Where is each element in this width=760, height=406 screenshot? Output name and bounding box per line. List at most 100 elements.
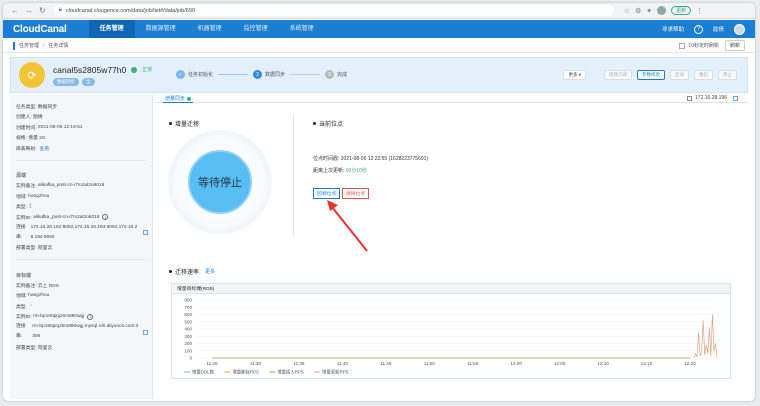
x-tick-label: 11:55 bbox=[467, 361, 479, 366]
more-button[interactable]: 更多 ▾ bbox=[563, 70, 586, 80]
step-label: 完成 bbox=[337, 72, 348, 78]
username[interactable]: 励倩 bbox=[713, 25, 724, 33]
nav-item-2[interactable]: 机器管理 bbox=[187, 20, 233, 38]
target-type: 类型: ◔ bbox=[16, 303, 32, 310]
lock-icon: 🔒︎ bbox=[58, 7, 62, 13]
x-tick-label: 12:10 bbox=[597, 361, 609, 366]
x-tick-label: 12:00 bbox=[510, 361, 522, 366]
back-icon[interactable]: ← bbox=[11, 6, 19, 15]
step-label: 任务初始化 bbox=[188, 72, 214, 78]
rate-more-link[interactable]: 更多 bbox=[205, 268, 215, 275]
target-id: 实例ID: rm-bp190pnjz6m880wgj i bbox=[16, 312, 152, 323]
info-icon[interactable]: i bbox=[87, 313, 94, 320]
nav-item-4[interactable]: 系统管理 bbox=[279, 20, 325, 38]
breadcrumb-marker bbox=[13, 41, 15, 50]
breadcrumb-item-task-manage[interactable]: 任务管理 bbox=[19, 42, 39, 49]
address-bar[interactable]: 🔒︎ cloudcanal.clougence.com/data/job/lis… bbox=[53, 5, 614, 16]
y-tick-label: 200 bbox=[184, 341, 192, 346]
main-panel: 增量同步 172.16.28.196 增量迁移 等待停止 当前位点 位点时间戳:… bbox=[155, 95, 748, 399]
source-type: 类型: ⁑ bbox=[16, 203, 32, 211]
rate-chart: 增量目标端(RDB) 0 100 200 300 400 500 600 700 800 11:2… bbox=[171, 283, 731, 379]
help-link[interactable]: 寻求帮助 bbox=[662, 25, 684, 33]
nav-item-1[interactable]: 数据源管理 bbox=[135, 20, 187, 38]
step-label: 数据同步 bbox=[265, 72, 286, 78]
x-tick-label: 11:30 bbox=[250, 361, 262, 366]
puzzle-icon[interactable]: ✦ bbox=[646, 7, 652, 15]
copy-icon[interactable] bbox=[143, 230, 148, 235]
reload-icon[interactable]: ↻ bbox=[39, 6, 46, 15]
copy-icon[interactable] bbox=[143, 329, 148, 335]
source-region: 地域: hangzhou bbox=[16, 193, 50, 200]
source-note: 实例备注: alikafka_post-cn-i7m2al2o6018 bbox=[16, 183, 105, 190]
x-tick-label: 11:50 bbox=[424, 361, 436, 366]
step-2: 2 数据同步 bbox=[253, 70, 325, 79]
checkbox-icon[interactable] bbox=[679, 42, 686, 49]
arrow-head bbox=[327, 200, 338, 211]
y-tick-label: 500 bbox=[184, 319, 192, 324]
nav-item-3[interactable]: 监控管理 bbox=[233, 20, 279, 38]
nav-item-0[interactable]: 任务管理 bbox=[88, 20, 135, 38]
view-mapping-link[interactable]: 查看 bbox=[40, 145, 50, 152]
target-note: 实例备注: 云上 RDS bbox=[16, 283, 59, 289]
x-tick-label: 11:40 bbox=[337, 361, 349, 366]
profile-avatar[interactable] bbox=[657, 6, 667, 15]
y-tick-label: 800 bbox=[184, 298, 192, 303]
x-tick-label: 12:05 bbox=[554, 361, 566, 366]
param-modify-button[interactable]: 参数修改 bbox=[637, 70, 665, 80]
extension-icon[interactable]: ⚙ bbox=[635, 7, 641, 15]
modify-subscription-button[interactable]: 修改订阅 bbox=[604, 70, 632, 80]
update-button[interactable]: 更新 bbox=[671, 6, 692, 15]
job-info-panel: 任务类型: 数据同步 创建人: 励倩 创建时间: 2021-08-06 12:1… bbox=[10, 95, 153, 399]
stop-button[interactable]: 停止 bbox=[718, 70, 737, 80]
source-id: 实例ID: alikafka_post-cn-i7m2al2o6018 i bbox=[16, 212, 152, 223]
restart-button[interactable]: 重启 bbox=[694, 70, 713, 80]
start-button[interactable]: 启动 bbox=[670, 70, 689, 80]
breadcrumb: 任务管理 / 任务详情 10秒定时刷新 刷新 bbox=[3, 39, 755, 53]
app-header: CloudCanal 任务管理 数据源管理 机器管理 监控管理 系统管理 寻求帮助 ? … bbox=[3, 20, 755, 38]
source-conn: 连接串: 172.16.28.192:9092,172.16.28.193:90… bbox=[16, 223, 152, 243]
mysql-icon: ◔ bbox=[28, 303, 32, 310]
source-title: 源端 bbox=[16, 173, 27, 179]
target-conn: 连接串: rm-bp190pnjz6m880wgj.mysql.rds.aliy… bbox=[16, 322, 152, 342]
target-region: 地域: hangzhou bbox=[16, 293, 50, 300]
star-icon[interactable]: ☆ bbox=[624, 7, 630, 15]
info-icon[interactable]: i bbox=[102, 214, 109, 221]
x-tick-label: 11:35 bbox=[293, 361, 305, 366]
status-dot-icon bbox=[131, 66, 138, 73]
x-tick-label: 11:25 bbox=[206, 361, 218, 366]
source-deploy: 部署类型: 阿里云 bbox=[16, 246, 53, 252]
refresh-button[interactable]: 刷新 bbox=[724, 40, 745, 51]
rate-section-title: 迁移速率 更多 bbox=[169, 267, 215, 276]
x-tick-label: 12:15 bbox=[641, 361, 653, 366]
question-icon[interactable]: ? bbox=[693, 24, 703, 34]
browser-toolbar: ← → ↻ 🔒︎ cloudcanal.clougence.com/data/j… bbox=[3, 3, 755, 19]
auto-refresh-toggle[interactable]: 10秒定时刷新 bbox=[679, 42, 719, 49]
chart-head: 增量目标端(RDB) bbox=[172, 284, 730, 294]
step-number: ✓ bbox=[176, 70, 185, 79]
step-3: 3 完成 bbox=[325, 70, 347, 79]
info-job-type: 任务类型: 数据同步 bbox=[16, 104, 58, 110]
arrow-shaft bbox=[331, 206, 368, 252]
menu-icon[interactable]: ⋮ bbox=[696, 7, 703, 15]
browser-window: ← → ↻ 🔒︎ cloudcanal.clougence.com/data/j… bbox=[3, 3, 755, 401]
step-1: ✓ 任务初始化 bbox=[176, 70, 253, 79]
y-tick-label: 400 bbox=[184, 327, 192, 332]
forward-icon[interactable]: → bbox=[25, 6, 33, 15]
y-tick-label: 700 bbox=[184, 305, 192, 310]
legend-label: 增量DDL数 bbox=[192, 369, 215, 376]
app-logo[interactable]: CloudCanal bbox=[13, 24, 67, 35]
step-number: 3 bbox=[325, 70, 335, 79]
job-icon: ⟳ bbox=[19, 62, 45, 88]
job-steps: ✓ 任务初始化 2 数据同步 3 完成 bbox=[176, 70, 347, 79]
target-deploy: 部署类型: 阿里云 bbox=[16, 345, 53, 351]
kafka-icon: ⁑ bbox=[28, 203, 32, 210]
target-title: 目标端 bbox=[16, 272, 32, 279]
info-table-mapping: 库表映射: 查看 bbox=[16, 145, 50, 152]
x-tick-label: 11:45 bbox=[380, 361, 392, 366]
step-number: 2 bbox=[253, 70, 263, 79]
info-created-time: 创建时间: 2021-08-06 12:19:51 bbox=[16, 124, 83, 131]
legend-label: 增量插入RPS bbox=[277, 369, 304, 376]
user-avatar[interactable] bbox=[734, 23, 745, 35]
breadcrumb-item-task-detail: 任务详情 bbox=[48, 43, 69, 49]
tag-full: 全 bbox=[82, 77, 95, 86]
